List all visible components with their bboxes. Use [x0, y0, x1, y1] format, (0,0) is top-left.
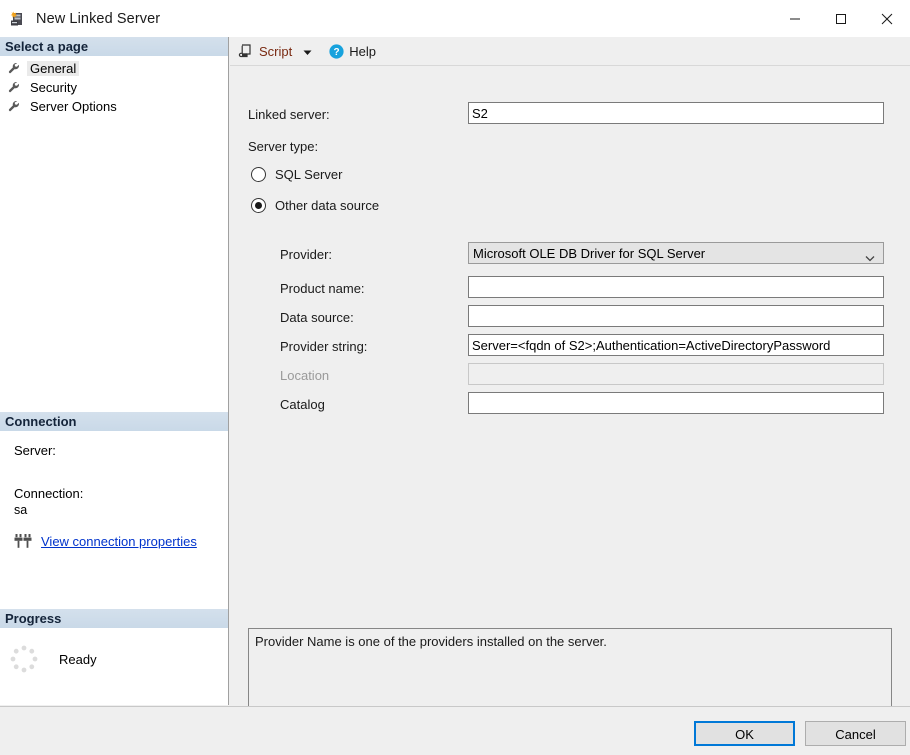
- progress-status: Ready: [59, 652, 97, 667]
- help-icon[interactable]: ?: [329, 44, 344, 59]
- view-connection-properties-link[interactable]: View connection properties: [41, 534, 197, 549]
- dialog-body: Select a page General Security: [0, 37, 910, 754]
- wrench-icon: [7, 61, 22, 76]
- server-type-label: Server type:: [248, 139, 318, 154]
- provider-label: Provider:: [280, 247, 332, 262]
- toolbar: Script ? Help: [230, 37, 910, 66]
- provider-label-row: Provider:: [280, 243, 332, 265]
- chevron-down-icon: [865, 250, 875, 257]
- progress-panel: Progress: [0, 609, 228, 674]
- script-button[interactable]: Script: [238, 43, 292, 59]
- data-source-label-row: Data source:: [280, 306, 354, 328]
- window-controls: [772, 0, 910, 37]
- script-label: Script: [259, 44, 292, 59]
- dialog-footer: OK Cancel: [0, 706, 910, 755]
- location-label-row: Location: [280, 364, 329, 386]
- script-icon: [238, 43, 254, 59]
- catalog-label-row: Catalog: [280, 393, 325, 415]
- product-name-label-row: Product name:: [280, 277, 365, 299]
- cancel-button[interactable]: Cancel: [805, 721, 906, 746]
- wrench-icon: [7, 99, 22, 114]
- sidebar-item-label: Security: [27, 80, 80, 95]
- connection-body: Server: Connection: sa: [0, 431, 228, 549]
- connection-server-label: Server:: [14, 443, 228, 458]
- product-name-input[interactable]: [468, 276, 884, 298]
- sidebar-item-general[interactable]: General: [0, 59, 228, 78]
- page-list: General Security Server Options: [0, 56, 228, 116]
- wrench-icon: [7, 80, 22, 95]
- linked-server-input[interactable]: [468, 102, 884, 124]
- description-text: Provider Name is one of the providers in…: [255, 634, 607, 649]
- help-label[interactable]: Help: [349, 44, 376, 59]
- progress-header: Progress: [0, 609, 228, 628]
- connection-panel: Connection Server: Connection: sa: [0, 412, 228, 549]
- server-type-label-row: Server type:: [248, 135, 318, 157]
- maximize-icon[interactable]: [818, 0, 864, 37]
- linked-server-label-row: Linked server:: [248, 103, 330, 125]
- data-source-input[interactable]: [468, 305, 884, 327]
- sidebar-item-label: Server Options: [27, 99, 120, 114]
- radio-other-data-source[interactable]: Other data source: [251, 198, 379, 213]
- content-pane: Script ? Help Linked server: Server typ: [230, 37, 910, 705]
- connection-user-label: Connection:: [14, 486, 228, 501]
- radio-other-data-source-label: Other data source: [275, 198, 379, 213]
- radio-button-selected-icon: [251, 198, 266, 213]
- radio-sql-server-label: SQL Server: [275, 167, 342, 182]
- product-name-label: Product name:: [280, 281, 365, 296]
- window-title: New Linked Server: [36, 11, 160, 27]
- minimize-icon[interactable]: [772, 0, 818, 37]
- location-label: Location: [280, 368, 329, 383]
- sidebar-item-security[interactable]: Security: [0, 78, 228, 97]
- connection-user-value: sa: [14, 503, 228, 517]
- sidebar: Select a page General Security: [0, 37, 229, 705]
- svg-text:?: ?: [334, 47, 340, 58]
- close-icon[interactable]: [864, 0, 910, 37]
- chevron-down-icon[interactable]: [302, 46, 313, 57]
- view-connection-properties-row[interactable]: View connection properties: [14, 533, 228, 549]
- radio-button-unselected-icon: [251, 167, 266, 182]
- progress-body: Ready: [0, 628, 228, 674]
- ok-button[interactable]: OK: [694, 721, 795, 746]
- location-input: [468, 363, 884, 385]
- select-page-header: Select a page: [0, 37, 228, 56]
- provider-string-input[interactable]: [468, 334, 884, 356]
- connection-plug-icon: [14, 533, 32, 549]
- sidebar-item-label: General: [27, 61, 79, 76]
- provider-string-label: Provider string:: [280, 339, 367, 354]
- progress-spinner-icon: [9, 644, 39, 674]
- radio-sql-server[interactable]: SQL Server: [251, 167, 342, 182]
- linked-server-icon: [9, 11, 25, 27]
- catalog-input[interactable]: [468, 392, 884, 414]
- connection-header: Connection: [0, 412, 228, 431]
- sidebar-item-server-options[interactable]: Server Options: [0, 97, 228, 116]
- linked-server-label: Linked server:: [248, 107, 330, 122]
- provider-selected-value: Microsoft OLE DB Driver for SQL Server: [473, 246, 705, 261]
- catalog-label: Catalog: [280, 397, 325, 412]
- provider-string-label-row: Provider string:: [280, 335, 367, 357]
- provider-dropdown[interactable]: Microsoft OLE DB Driver for SQL Server: [468, 242, 884, 264]
- data-source-label: Data source:: [280, 310, 354, 325]
- title-bar: New Linked Server: [0, 0, 910, 37]
